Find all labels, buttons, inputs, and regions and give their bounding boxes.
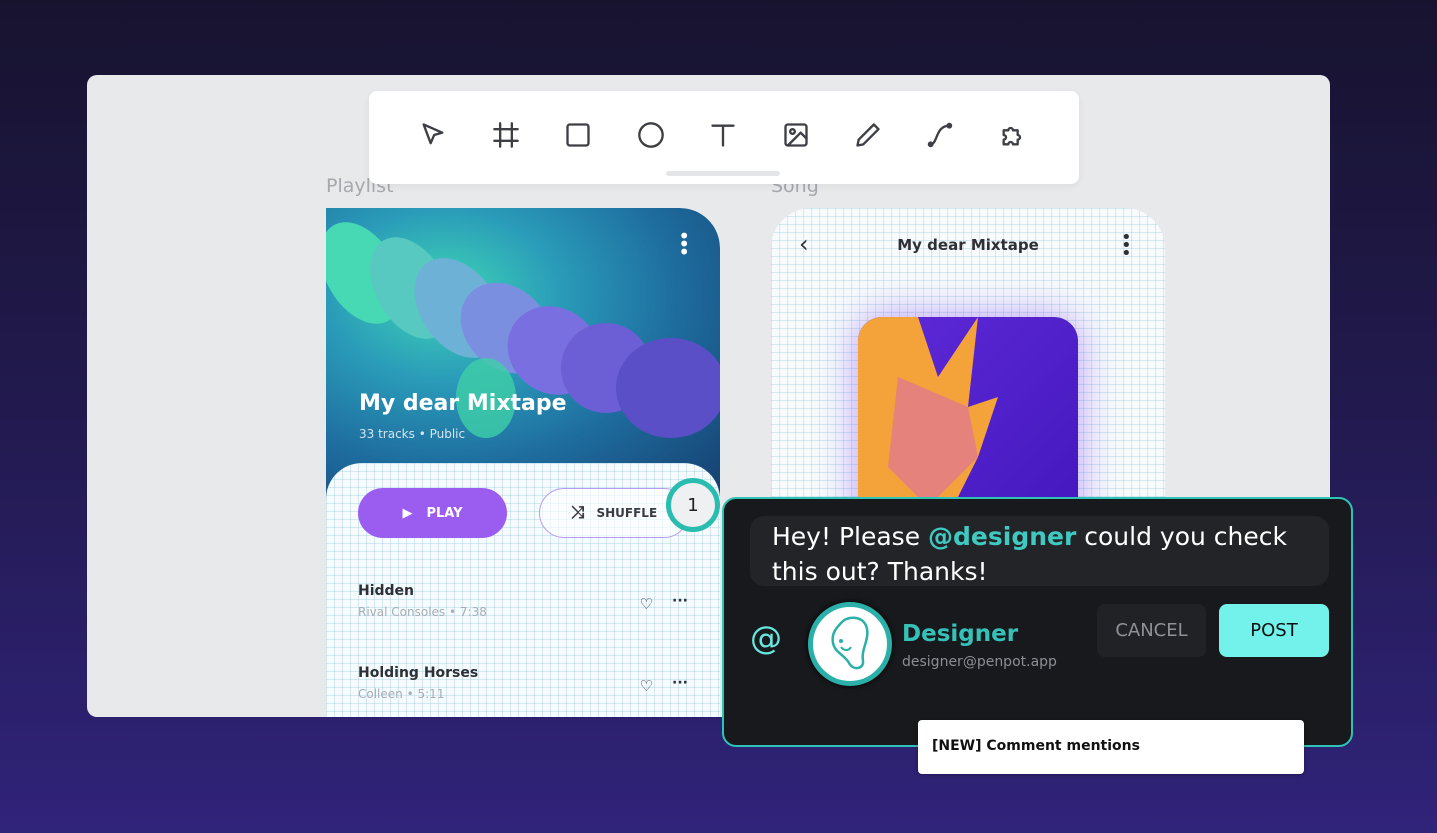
cancel-button[interactable]: CANCEL [1097,604,1206,657]
playlist-board[interactable]: • • • My dear Mixtape 33 tracks • Public ▶… [326,208,720,717]
song-title: My dear Mixtape [897,236,1039,254]
comment-panel: Hey! Please @designer could you check th… [722,497,1353,747]
play-icon: ▶ [402,505,413,521]
track-row[interactable]: Hidden Rival Consoles • 7:38 ♡ ··· [358,583,698,619]
image-tool-icon[interactable] [780,119,812,151]
ellipse-tool-icon[interactable] [635,119,667,151]
mention-at-icon[interactable]: @ [750,619,782,657]
pencil-tool-icon[interactable] [852,119,884,151]
board-tool-icon[interactable] [490,119,522,151]
heart-icon[interactable]: ♡ [640,595,653,613]
comment-input[interactable]: Hey! Please @designer could you check th… [750,516,1329,586]
shuffle-label: SHUFFLE [596,506,658,520]
heart-icon[interactable]: ♡ [640,677,653,695]
toolbar-drag-handle[interactable] [666,171,780,176]
feature-toast: [NEW] Comment mentions [918,720,1304,774]
text-tool-icon[interactable] [707,119,739,151]
mention-user-name[interactable]: Designer [902,621,1018,647]
track-row[interactable]: Holding Horses Colleen • 5:11 ♡ ··· [358,665,698,701]
track-duration: 7:38 [459,605,487,619]
more-vertical-icon[interactable]: • • • [1121,229,1132,263]
rectangle-tool-icon[interactable] [562,119,594,151]
track-duration: 5:11 [417,687,445,701]
more-vertical-icon[interactable]: • • • [678,226,690,262]
toolbar [369,91,1079,184]
foot-avatar-icon [831,616,869,670]
track-artist: Colleen [358,687,403,701]
playlist-subtitle: 33 tracks • Public [359,427,466,441]
comment-mention: @designer [928,522,1077,551]
plugins-puzzle-icon[interactable] [997,119,1029,151]
play-button[interactable]: ▶ PLAY [358,488,507,538]
playlist-cover-image: • • • My dear Mixtape 33 tracks • Public [326,208,720,498]
track-artist: Rival Consoles [358,605,446,619]
post-button[interactable]: POST [1219,604,1329,657]
playlist-title: My dear Mixtape [359,391,567,416]
mention-user-email: designer@penpot.app [902,654,1057,670]
more-horizontal-icon[interactable]: ··· [672,593,688,609]
track-separator: • [449,605,457,619]
comment-text: Hey! Please [772,522,929,551]
play-label: PLAY [426,505,463,521]
move-tool-icon[interactable] [417,119,449,151]
path-tool-icon[interactable] [924,119,956,151]
track-separator: • [406,687,414,701]
comment-pin[interactable]: 1 [666,478,720,532]
playlist-body: ▶ PLAY ⤨ SHUFFLE Hidden Rival Consoles • 7… [326,463,720,717]
more-horizontal-icon[interactable]: ··· [672,675,688,691]
avatar[interactable] [808,602,892,686]
shuffle-icon: ⤨ [570,503,585,523]
